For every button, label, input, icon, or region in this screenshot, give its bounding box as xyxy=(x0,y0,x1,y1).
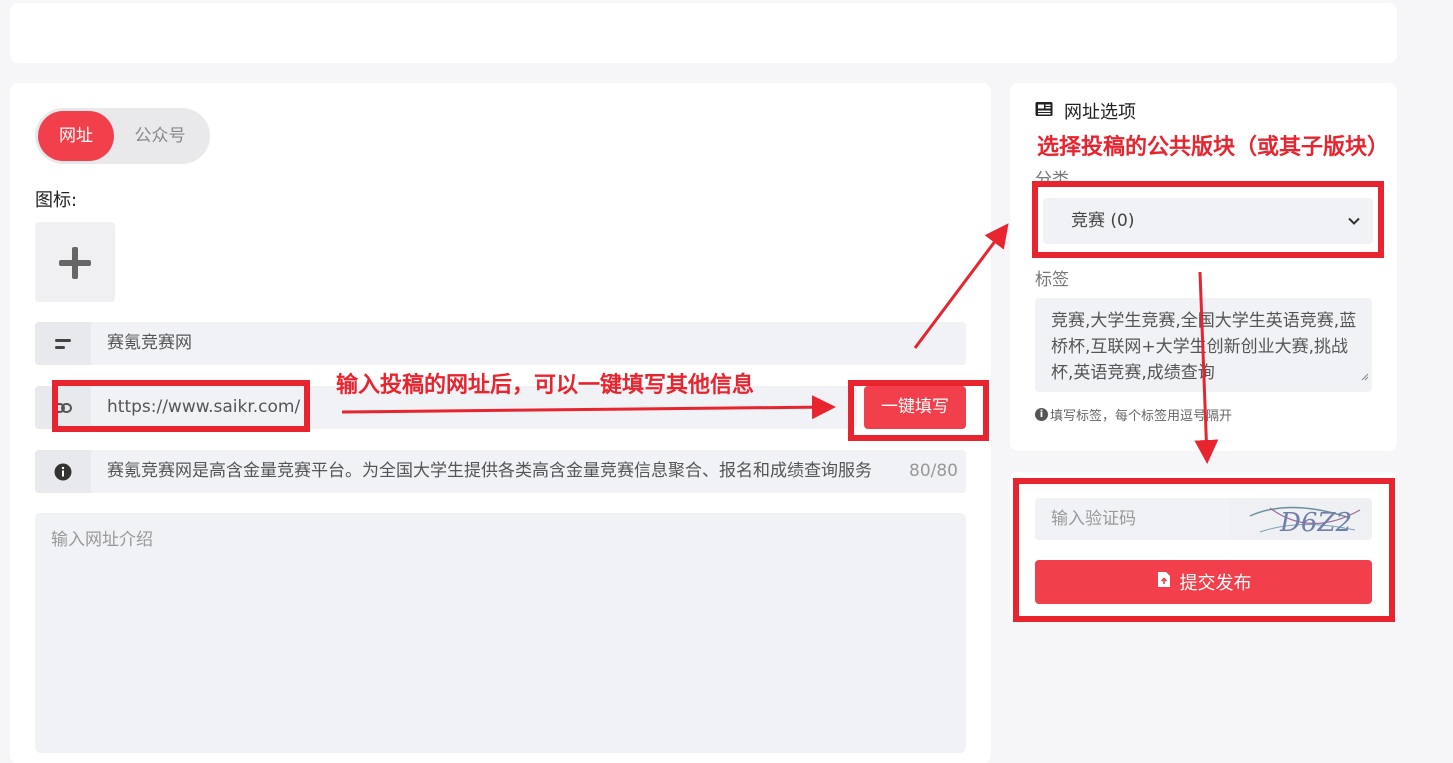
annotation-arrows xyxy=(341,223,1219,464)
